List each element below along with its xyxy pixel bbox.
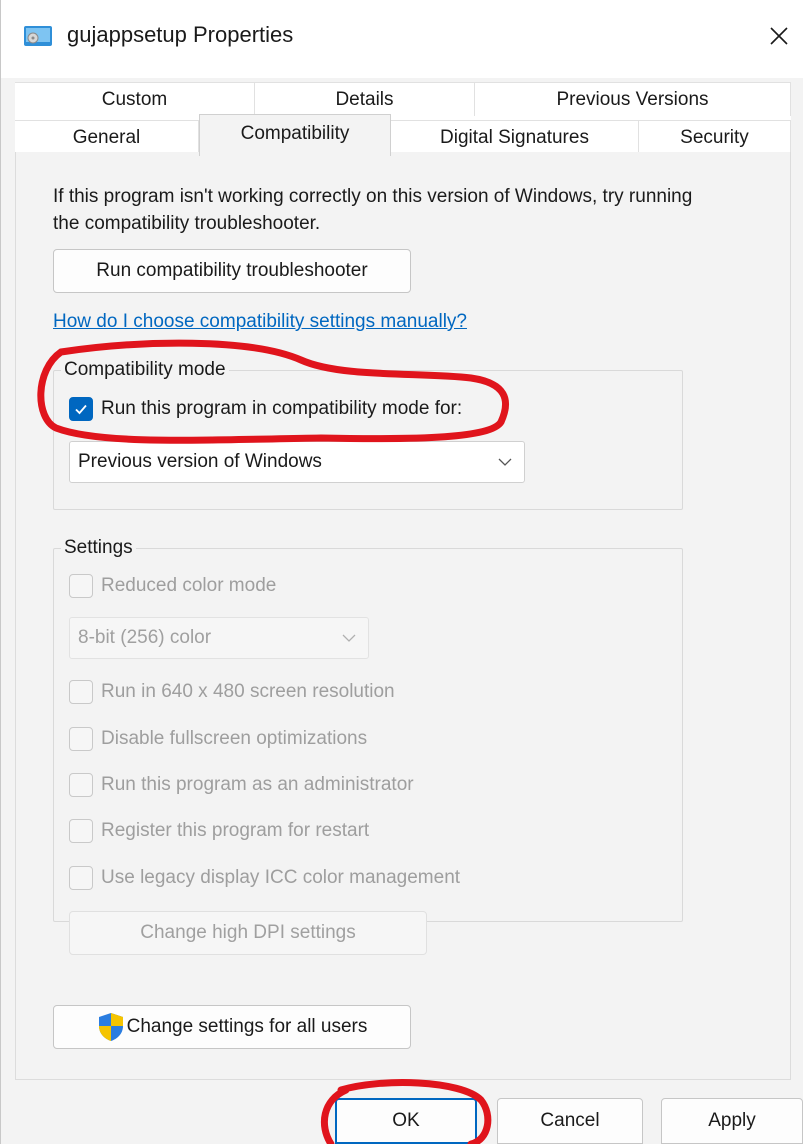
res-640-row[interactable]: Run in 640 x 480 screen resolution [69, 680, 395, 704]
change-high-dpi-button[interactable]: Change high DPI settings [69, 911, 427, 955]
change-all-users-label: Change settings for all users [126, 1016, 368, 1037]
os-version-value: Previous version of Windows [78, 451, 322, 472]
intro-text: If this program isn't working correctly … [53, 186, 693, 234]
cancel-button[interactable]: Cancel [497, 1098, 643, 1144]
disable-fullscreen-label: Disable fullscreen optimizations [101, 728, 368, 749]
tab-general[interactable]: General [15, 120, 199, 154]
tab-strip: Custom Details Previous Versions General… [15, 82, 791, 156]
legacy-icc-row[interactable]: Use legacy display ICC color management [69, 866, 460, 890]
tab-details[interactable]: Details [255, 82, 475, 116]
change-all-users-button[interactable]: Change settings for all users [53, 1005, 411, 1049]
window-title: gujappsetup Properties [67, 22, 294, 47]
tab-digital-signatures[interactable]: Digital Signatures [391, 120, 639, 154]
tab-security[interactable]: Security [639, 120, 791, 154]
tab-compatibility[interactable]: Compatibility [199, 114, 391, 156]
check-icon [75, 404, 87, 415]
help-link[interactable]: How do I choose compatibility settings m… [53, 311, 467, 333]
legacy-icc-checkbox[interactable] [69, 866, 93, 890]
ok-button[interactable]: OK [335, 1098, 477, 1144]
settings-label: Settings [61, 537, 136, 559]
res-640-label: Run in 640 x 480 screen resolution [101, 681, 395, 702]
chevron-down-icon [342, 634, 356, 642]
color-depth-value: 8-bit (256) color [78, 627, 212, 648]
compat-mode-checkbox-row[interactable]: Run this program in compatibility mode f… [69, 397, 462, 421]
color-depth-select[interactable]: 8-bit (256) color [69, 617, 369, 659]
run-troubleshooter-button[interactable]: Run compatibility troubleshooter [53, 249, 411, 293]
compatibility-mode-label: Compatibility mode [61, 359, 229, 381]
compat-mode-checkbox-label: Run this program in compatibility mode f… [101, 398, 463, 419]
register-restart-label: Register this program for restart [101, 820, 370, 841]
uac-shield-icon [98, 1013, 123, 1041]
compatibility-mode-group [53, 370, 683, 510]
legacy-icc-label: Use legacy display ICC color management [101, 867, 461, 888]
register-restart-row[interactable]: Register this program for restart [69, 819, 369, 843]
compat-mode-checkbox[interactable] [69, 397, 93, 421]
os-version-select[interactable]: Previous version of Windows [69, 441, 525, 483]
properties-dialog: gujappsetup Properties Custom Details Pr… [0, 0, 803, 1144]
run-admin-checkbox[interactable] [69, 773, 93, 797]
tab-previous-versions[interactable]: Previous Versions [475, 82, 791, 116]
disable-fullscreen-checkbox[interactable] [69, 727, 93, 751]
close-icon [770, 27, 788, 45]
tab-custom[interactable]: Custom [15, 82, 255, 116]
run-admin-label: Run this program as an administrator [101, 774, 414, 795]
reduced-color-row[interactable]: Reduced color mode [69, 574, 276, 598]
title-bar: gujappsetup Properties [1, 0, 803, 78]
apply-button[interactable]: Apply [661, 1098, 803, 1144]
chevron-down-icon [498, 458, 512, 466]
res-640-checkbox[interactable] [69, 680, 93, 704]
reduced-color-label: Reduced color mode [101, 575, 277, 596]
run-admin-row[interactable]: Run this program as an administrator [69, 773, 414, 797]
register-restart-checkbox[interactable] [69, 819, 93, 843]
setup-app-icon [24, 26, 52, 46]
close-button[interactable] [761, 18, 797, 54]
disable-fullscreen-row[interactable]: Disable fullscreen optimizations [69, 727, 367, 751]
reduced-color-checkbox[interactable] [69, 574, 93, 598]
